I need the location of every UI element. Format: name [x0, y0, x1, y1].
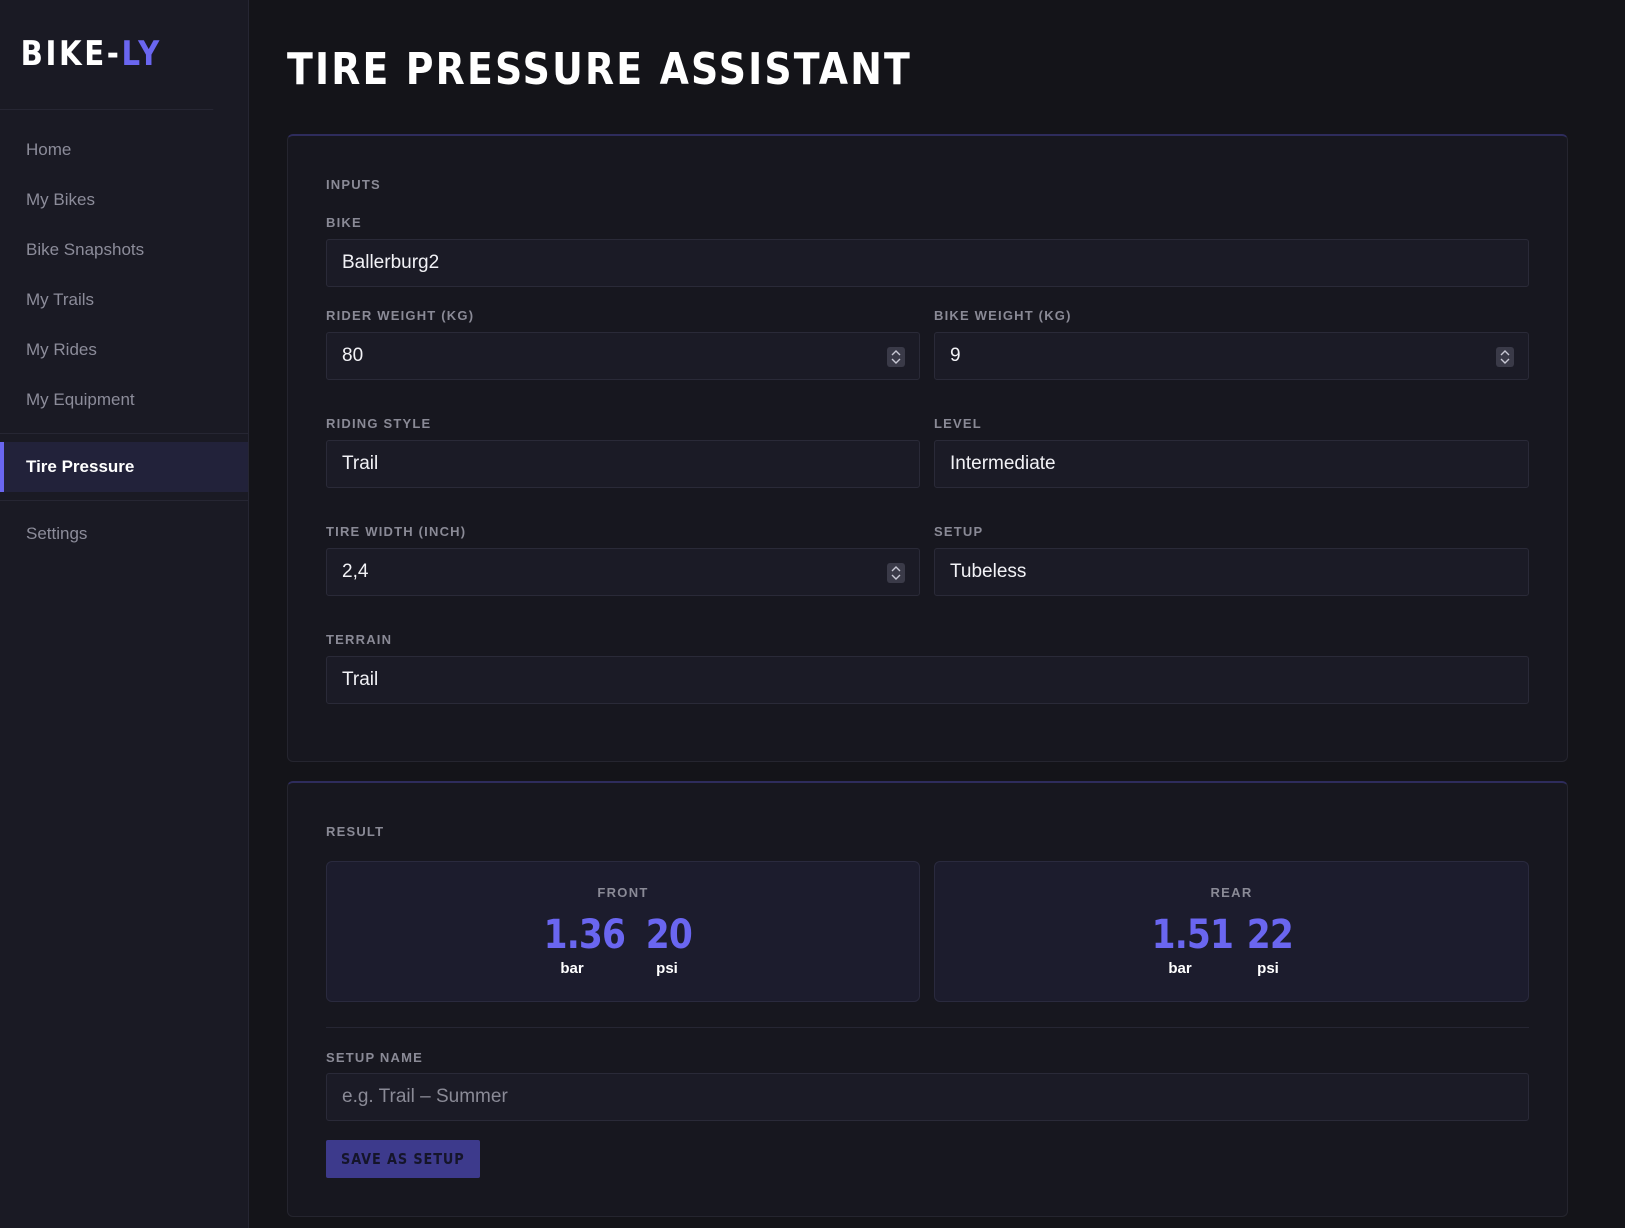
rider-weight-value: 80 [342, 345, 364, 366]
result-section-label: RESULT [326, 824, 385, 839]
rear-result: REAR 1.51 bar 22 psi [934, 861, 1529, 1002]
level-label: LEVEL [934, 416, 982, 431]
tire-width-stepper[interactable] [887, 563, 905, 583]
bike-weight-value: 9 [950, 345, 961, 366]
riding-style-value: Trail [342, 453, 379, 474]
terrain-value: Trail [342, 669, 379, 690]
front-bar-unit: bar [560, 960, 584, 977]
chevron-up-icon [891, 566, 901, 572]
logo-text-primary: BIKE- [20, 34, 122, 74]
front-bar-value: 1.36 [543, 912, 626, 958]
rider-weight-input[interactable]: 80 [326, 332, 920, 380]
rear-psi-value: 22 [1246, 912, 1294, 958]
save-as-setup-label: SAVE AS SETUP [341, 1150, 465, 1168]
level-select[interactable]: Intermediate [934, 440, 1529, 488]
setup-name-label: SETUP NAME [326, 1050, 423, 1065]
front-psi-value: 20 [645, 912, 693, 958]
sidebar-item-settings[interactable]: Settings [0, 509, 248, 559]
front-psi-metric: 20 psi [642, 912, 693, 977]
sidebar-nav: Home My Bikes Bike Snapshots My Trails M… [0, 110, 248, 559]
front-result: FRONT 1.36 bar 20 psi [326, 861, 920, 1002]
sidebar-item-my-bikes[interactable]: My Bikes [0, 175, 248, 225]
sidebar: BIKE-LY Home My Bikes Bike Snapshots My … [0, 0, 249, 1228]
rear-psi-unit: psi [1257, 960, 1279, 977]
sidebar-item-bike-snapshots[interactable]: Bike Snapshots [0, 225, 248, 275]
inputs-card: INPUTS BIKE Ballerburg2 RIDER WEIGHT (KG… [287, 134, 1568, 762]
chevron-down-icon [891, 358, 901, 364]
app-root: BIKE-LY Home My Bikes Bike Snapshots My … [0, 0, 1625, 1228]
bike-weight-input[interactable]: 9 [934, 332, 1529, 380]
rear-bar-value: 1.51 [1151, 912, 1234, 958]
bike-weight-stepper[interactable] [1496, 347, 1514, 367]
setup-value: Tubeless [950, 561, 1027, 582]
terrain-select[interactable]: Trail [326, 656, 1529, 704]
front-title: FRONT [597, 885, 649, 900]
setup-name-input[interactable] [326, 1073, 1529, 1121]
tire-width-label: TIRE WIDTH (INCH) [326, 524, 467, 539]
rear-bar-unit: bar [1168, 960, 1192, 977]
sidebar-divider [0, 433, 248, 434]
rider-weight-label: RIDER WEIGHT (KG) [326, 308, 475, 323]
sidebar-item-tire-pressure[interactable]: Tire Pressure [0, 442, 248, 492]
result-card: RESULT FRONT 1.36 bar 20 psi REAR 1.51 b… [287, 781, 1568, 1217]
chevron-up-icon [1500, 350, 1510, 356]
front-psi-unit: psi [656, 960, 678, 977]
riding-style-select[interactable]: Trail [326, 440, 920, 488]
app-logo[interactable]: BIKE-LY [0, 0, 214, 110]
chevron-down-icon [891, 574, 901, 580]
chevron-up-icon [891, 350, 901, 356]
terrain-label: TERRAIN [326, 632, 393, 647]
bike-weight-label: BIKE WEIGHT (KG) [934, 308, 1072, 323]
save-as-setup-button[interactable]: SAVE AS SETUP [326, 1140, 480, 1178]
rider-weight-stepper[interactable] [887, 347, 905, 367]
main-content: TIRE PRESSURE ASSISTANT INPUTS BIKE Ball… [249, 0, 1625, 1228]
front-bar-metric: 1.36 bar [537, 912, 626, 977]
riding-style-label: RIDING STYLE [326, 416, 432, 431]
sidebar-item-my-equipment[interactable]: My Equipment [0, 375, 248, 425]
page-title: TIRE PRESSURE ASSISTANT [287, 44, 912, 95]
bike-label: BIKE [326, 215, 362, 230]
rear-bar-metric: 1.51 bar [1145, 912, 1234, 977]
bike-value: Ballerburg2 [342, 252, 440, 273]
rear-psi-metric: 22 psi [1243, 912, 1294, 977]
inputs-section-label: INPUTS [326, 177, 381, 192]
setup-label: SETUP [934, 524, 984, 539]
rear-title: REAR [1210, 885, 1253, 900]
chevron-down-icon [1500, 358, 1510, 364]
sidebar-divider [0, 500, 248, 501]
level-value: Intermediate [950, 453, 1056, 474]
bike-select[interactable]: Ballerburg2 [326, 239, 1529, 287]
tire-width-value: 2,4 [342, 561, 369, 582]
sidebar-item-home[interactable]: Home [0, 125, 248, 175]
setup-select[interactable]: Tubeless [934, 548, 1529, 596]
sidebar-item-my-rides[interactable]: My Rides [0, 325, 248, 375]
sidebar-item-my-trails[interactable]: My Trails [0, 275, 248, 325]
tire-width-input[interactable]: 2,4 [326, 548, 920, 596]
result-divider [326, 1027, 1529, 1028]
logo-text-accent: LY [121, 34, 162, 74]
